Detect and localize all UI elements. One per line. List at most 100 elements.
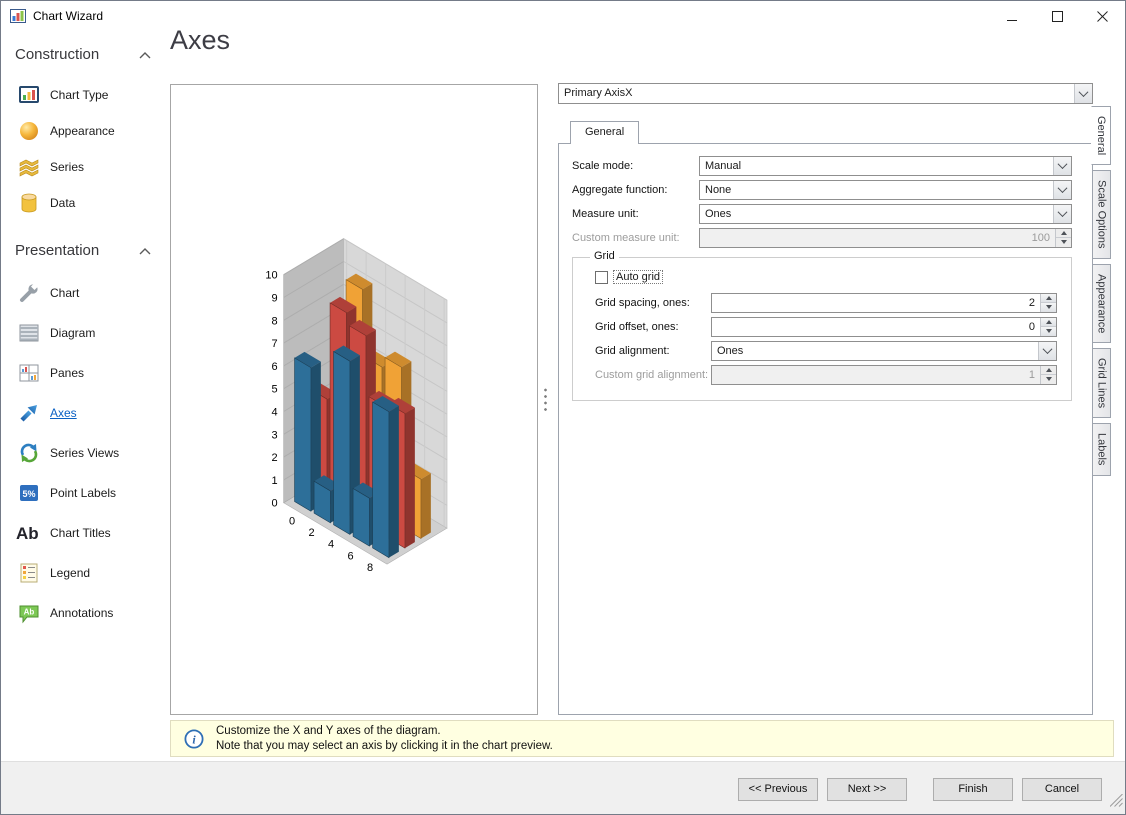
auto-grid-checkbox[interactable] <box>595 270 608 284</box>
grid-offset-input[interactable]: 0 <box>711 316 1057 337</box>
chevron-down-icon <box>1074 84 1092 103</box>
app-icon <box>10 8 26 24</box>
sidebar-item-legend[interactable]: Legend <box>1 553 169 593</box>
chevron-down-icon <box>1053 156 1071 175</box>
chevron-up-icon <box>139 51 151 58</box>
section-construction[interactable]: Construction <box>1 31 169 77</box>
sidebar-item-chart-titles[interactable]: Ab Chart Titles <box>1 513 169 553</box>
chevron-up-icon <box>139 247 151 254</box>
finish-button[interactable]: Finish <box>933 778 1013 801</box>
svg-text:9: 9 <box>272 293 278 305</box>
series-icon <box>16 156 42 178</box>
svg-text:0: 0 <box>272 498 278 510</box>
scale-mode-select[interactable]: Manual <box>699 155 1072 176</box>
svg-text:4: 4 <box>272 407 278 419</box>
sidebar-item-series[interactable]: Series <box>1 149 169 185</box>
sidebar-item-chart[interactable]: Chart <box>1 273 169 313</box>
previous-button[interactable]: << Previous <box>738 778 818 801</box>
sidebar-item-diagram[interactable]: Diagram <box>1 313 169 353</box>
sidebar-item-appearance[interactable]: Appearance <box>1 113 169 149</box>
sidebar-item-annotations[interactable]: Ab Annotations <box>1 593 169 633</box>
grid-group-label: Grid <box>590 250 619 262</box>
aggregate-function-select[interactable]: None <box>699 179 1072 200</box>
axis-selector[interactable]: Primary AxisX <box>558 83 1093 104</box>
resize-grip[interactable] <box>1109 793 1123 812</box>
sidebar-item-point-labels[interactable]: 5% Point Labels <box>1 473 169 513</box>
custom-grid-alignment-value: 1 <box>1028 368 1035 381</box>
svg-text:3: 3 <box>272 429 278 441</box>
sidebar-item-label: Chart <box>50 286 80 300</box>
chart-titles-icon: Ab <box>16 522 42 544</box>
measure-unit-select[interactable]: Ones <box>699 203 1072 224</box>
sidebar-item-panes[interactable]: Panes <box>1 353 169 393</box>
svg-text:6: 6 <box>272 361 278 373</box>
info-line-2: Note that you may select an axis by clic… <box>216 739 553 752</box>
grid-offset-value: 0 <box>1028 320 1035 333</box>
data-icon <box>16 192 42 214</box>
sidebar-item-label: Appearance <box>50 124 115 138</box>
info-icon: i <box>184 728 204 749</box>
close-button[interactable] <box>1080 1 1125 31</box>
series-views-icon <box>16 442 42 464</box>
next-button[interactable]: Next >> <box>827 778 907 801</box>
maximize-button[interactable] <box>1035 1 1080 31</box>
vtab-scale-options[interactable]: Scale Options <box>1092 170 1111 259</box>
scale-mode-label: Scale mode: <box>572 159 634 172</box>
aggregate-function-label: Aggregate function: <box>572 183 668 196</box>
info-bar: i Customize the X and Y axes of the diag… <box>170 720 1114 757</box>
maximize-icon <box>1052 10 1063 22</box>
footer: << Previous Next >> Finish Cancel <box>1 761 1125 814</box>
grid-alignment-value: Ones <box>717 344 744 357</box>
grid-spacing-label: Grid spacing, ones: <box>595 296 690 309</box>
grid-group: Grid Auto grid Grid spacing, ones: 2 Gri… <box>572 250 1072 401</box>
svg-text:5: 5 <box>272 384 278 396</box>
spinner-buttons <box>1055 228 1071 247</box>
diagram-icon <box>16 322 42 344</box>
sidebar-item-label: Panes <box>50 366 85 380</box>
grid-spacing-value: 2 <box>1028 296 1035 309</box>
sidebar: Construction Chart Type Appearance Serie… <box>1 31 169 761</box>
vtab-general[interactable]: General <box>1091 106 1111 166</box>
axis-selector-value: Primary AxisX <box>564 87 633 99</box>
minimize-button[interactable] <box>990 1 1035 31</box>
axes-icon <box>16 402 42 424</box>
spinner-buttons[interactable] <box>1040 293 1056 312</box>
window-title: Chart Wizard <box>33 9 104 23</box>
grid-alignment-select[interactable]: Ones <box>711 340 1057 361</box>
measure-unit-label: Measure unit: <box>572 207 639 220</box>
sidebar-item-axes[interactable]: Axes <box>1 393 169 433</box>
grid-spacing-input[interactable]: 2 <box>711 292 1057 313</box>
svg-text:10: 10 <box>265 270 277 282</box>
grid-alignment-label: Grid alignment: <box>595 344 670 357</box>
section-construction-label: Construction <box>15 46 100 63</box>
sidebar-item-label: Axes <box>50 406 77 420</box>
section-presentation[interactable]: Presentation <box>1 221 169 273</box>
tab-general[interactable]: General <box>570 121 640 144</box>
info-line-1: Customize the X and Y axes of the diagra… <box>216 724 441 737</box>
settings-panel: General Scale mode: Manual Aggregate fun… <box>558 121 1093 715</box>
svg-text:Ab: Ab <box>16 524 39 543</box>
custom-grid-alignment-label: Custom grid alignment: <box>595 368 709 381</box>
sidebar-item-series-views[interactable]: Series Views <box>1 433 169 473</box>
sidebar-item-label: Point Labels <box>50 486 117 500</box>
chart-preview[interactable]: 0 1 2 3 4 5 6 7 8 9 10 0 2 4 6 8 <box>170 84 538 715</box>
svg-text:1: 1 <box>272 475 278 487</box>
vertical-tab-strip: General Scale Options Appearance Grid Li… <box>1091 106 1114 476</box>
cancel-button[interactable]: Cancel <box>1022 778 1102 801</box>
vtab-appearance[interactable]: Appearance <box>1092 263 1111 343</box>
spinner-buttons[interactable] <box>1040 317 1056 336</box>
section-presentation-label: Presentation <box>15 242 100 259</box>
aggregate-function-value: None <box>705 183 732 196</box>
custom-measure-unit-input: 100 <box>699 227 1072 248</box>
svg-text:5%: 5% <box>22 489 35 499</box>
svg-text:4: 4 <box>328 539 334 551</box>
vtab-grid-lines[interactable]: Grid Lines <box>1092 347 1111 419</box>
sidebar-item-data[interactable]: Data <box>1 185 169 221</box>
chart-wizard-window: Chart Wizard Construction Chart Type App… <box>0 0 1126 815</box>
svg-text:6: 6 <box>347 550 353 562</box>
panes-icon <box>16 362 42 384</box>
vtab-labels[interactable]: Labels <box>1092 423 1111 476</box>
sidebar-item-chart-type[interactable]: Chart Type <box>1 77 169 113</box>
svg-text:7: 7 <box>272 338 278 350</box>
splitter-handle[interactable] <box>543 387 548 413</box>
